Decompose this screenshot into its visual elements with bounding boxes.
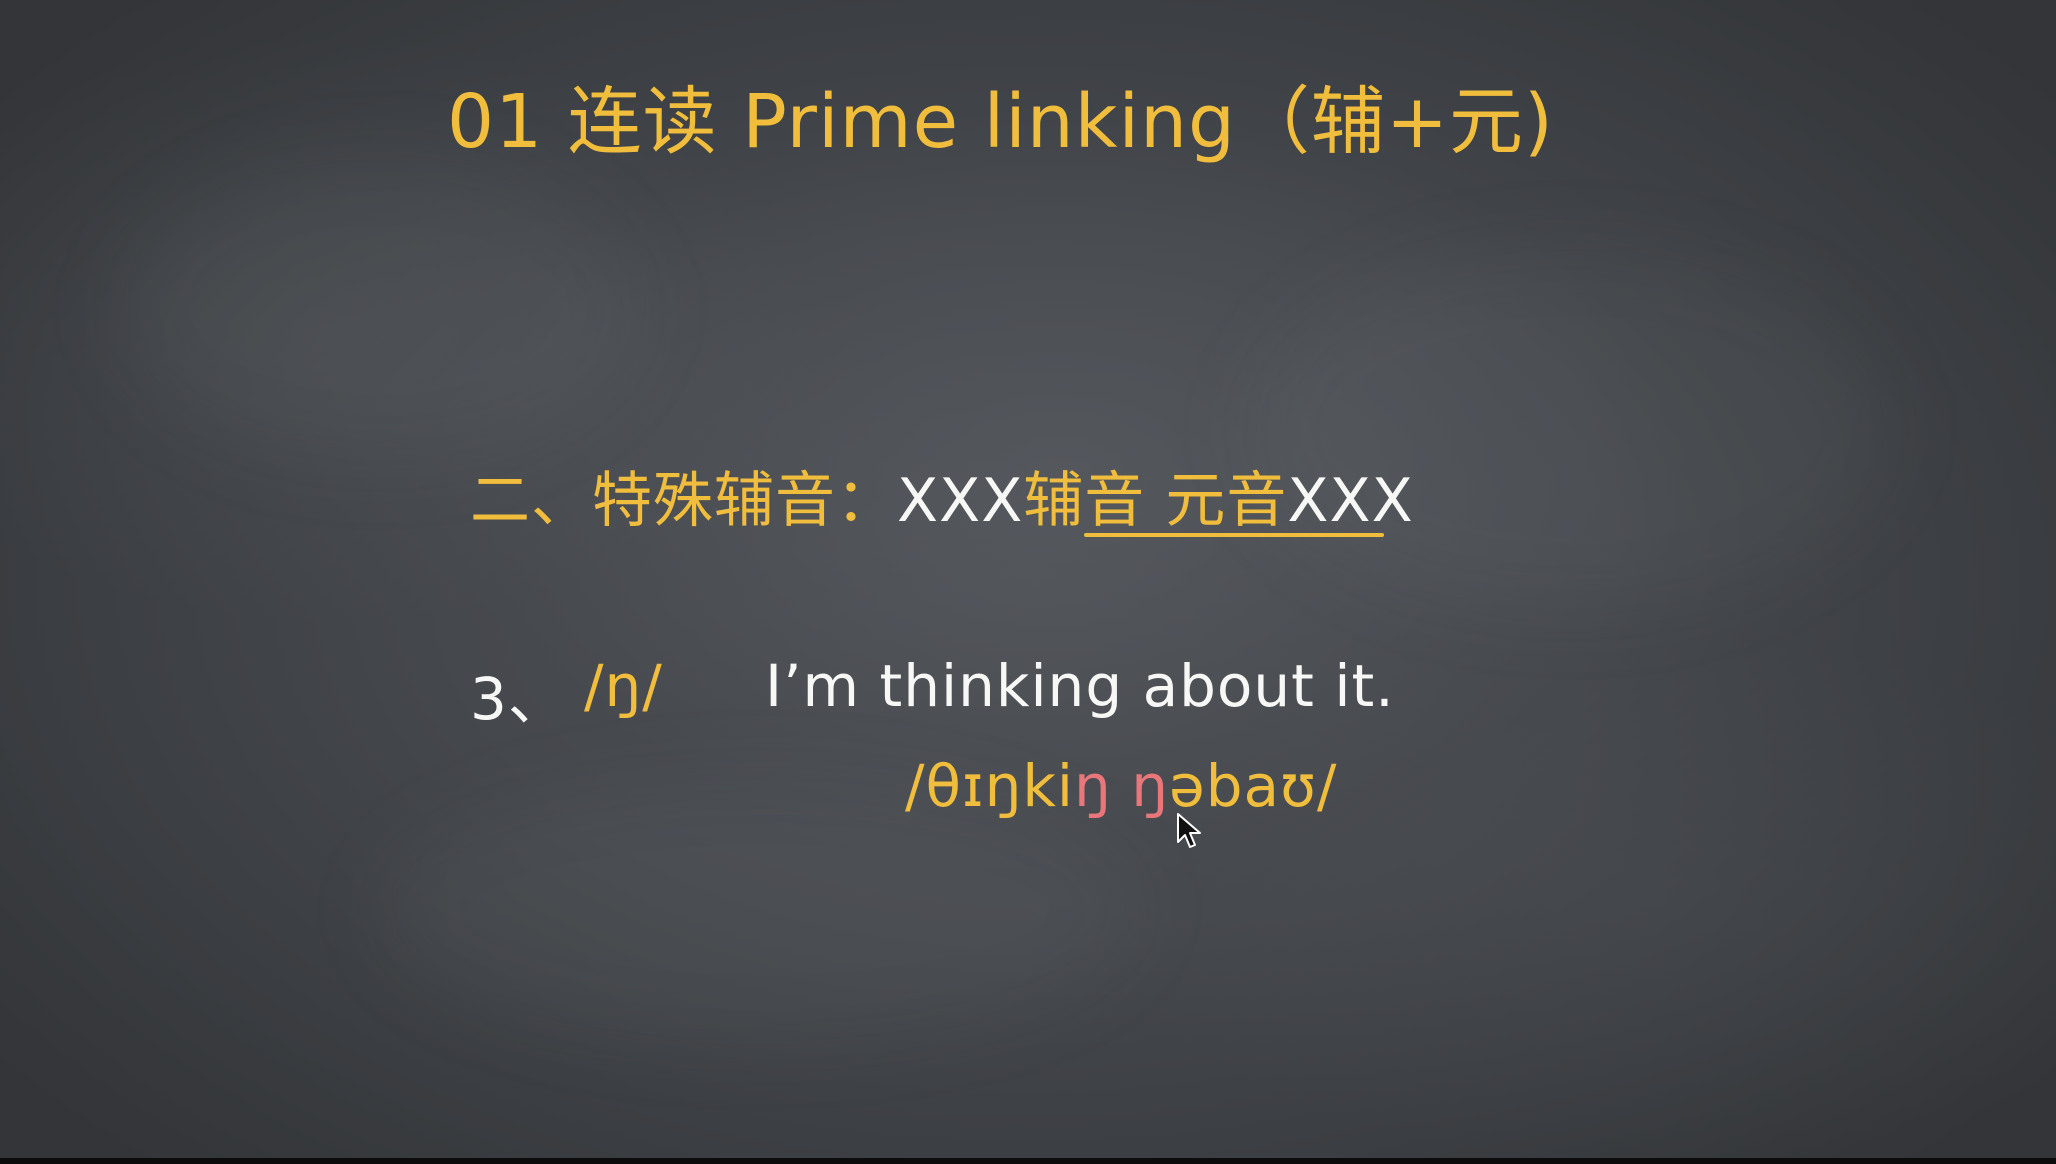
ipa-space [1112, 752, 1131, 820]
slide-title: 01 连读 Prime linking（辅+元) [447, 79, 1554, 165]
ipa-transcription: /θɪŋkiŋ ŋəbaʊ/ [905, 752, 1337, 820]
rule-prefix: 二、特殊辅音： [470, 466, 897, 536]
chalkboard-slide: 01 连读 Prime linking（辅+元) 二、特殊辅音：XXX辅音 元音… [0, 0, 2056, 1158]
rule-underlined-text: 辅音 元音 [1023, 466, 1288, 536]
bottom-edge [0, 1158, 2056, 1164]
ipa-linked-sound-1: ŋ [1074, 752, 1112, 820]
ipa-linked-sound-2: ŋ [1131, 752, 1170, 820]
example-number: 3、 [470, 665, 567, 733]
chalk-smudge [1250, 250, 1890, 610]
rule-right-placeholder: XXX [1287, 466, 1414, 536]
rule-left-placeholder: XXX [897, 466, 1024, 536]
rule-underline [1084, 533, 1384, 537]
rule-line: 二、特殊辅音：XXX辅音 元音XXX [470, 452, 1414, 539]
mouse-pointer-icon [1177, 813, 1201, 848]
ipa-start: /θɪŋki [905, 752, 1075, 820]
example-phoneme: /ŋ/ [584, 652, 663, 720]
chalk-smudge [120, 160, 640, 460]
example-sentence: I’m thinking about it. [765, 652, 1395, 720]
ipa-end: əbaʊ/ [1169, 752, 1338, 820]
